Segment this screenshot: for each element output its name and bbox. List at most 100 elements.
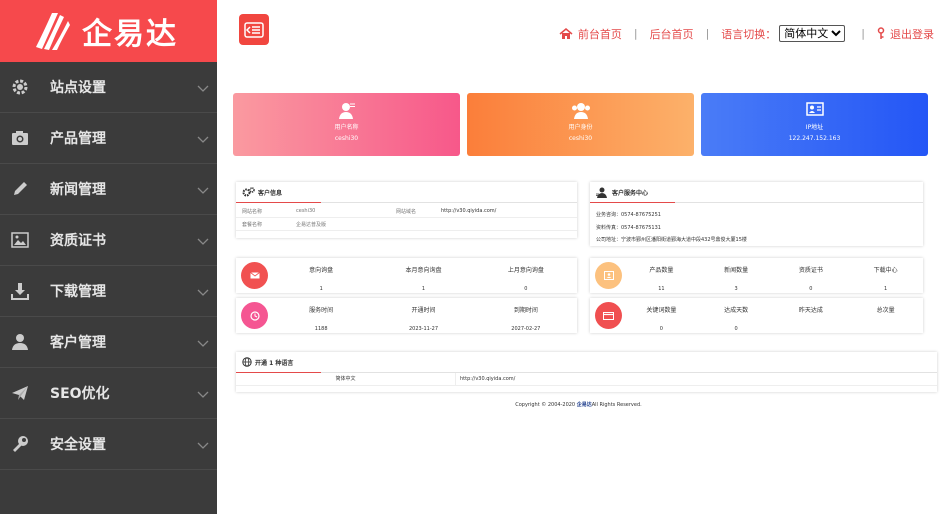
- separator: |: [705, 27, 710, 40]
- language-select[interactable]: 简体中文: [779, 25, 846, 42]
- chevron-down-icon: [197, 129, 209, 148]
- key-icon: [877, 27, 885, 40]
- stat-value: ceshi30: [568, 135, 593, 142]
- stat-label: IP地址: [805, 124, 824, 131]
- stat-col: 新闻数量 3: [724, 267, 749, 292]
- image-icon: [11, 231, 29, 249]
- stat-col: 意向询盘 1: [309, 267, 334, 292]
- card-title: 开通 1 种语言: [255, 359, 294, 367]
- chevron-down-icon: [197, 231, 209, 250]
- stat-col: 服务时间 1188: [309, 307, 334, 332]
- main-content: 用户名称 ceshi30 用户身份 ceshi30 IP地址 122.247.1…: [217, 62, 940, 514]
- stat-card-role: 用户身份 ceshi30: [467, 93, 694, 156]
- inquiry-strip: 意向询盘 1 本月意向询盘 1 上月意向询盘 0: [236, 258, 577, 293]
- info-row: 网站名称 ceshi30 网站域名 http://v30.qiyida.com/: [236, 205, 577, 218]
- stat-col: 本月意向询盘 1: [405, 267, 442, 292]
- chevron-down-icon: [197, 435, 209, 454]
- sidebar-item-news[interactable]: 新闻管理: [0, 164, 217, 215]
- footer: Copyright © 2004-2020 企易达All Rights Rese…: [515, 402, 642, 408]
- stat-label: 用户身份: [568, 124, 593, 131]
- logout-link[interactable]: 退出登录: [890, 26, 934, 42]
- card-header: 客户信息: [236, 182, 577, 203]
- card-title: 客户信息: [258, 189, 283, 197]
- menu-toggle-button[interactable]: [239, 14, 269, 45]
- users-icon: [467, 102, 694, 120]
- stat-col: 到期时间 2027-02-27: [511, 307, 541, 332]
- service-center-card: 客户服务中心 业务咨询：0574-87675251 资料传真：0574-8767…: [590, 182, 923, 246]
- card-title: 客户服务中心: [612, 189, 649, 197]
- languages-card: 开通 1 种语言 简体中文 http://v30.qiyida.com/: [236, 352, 937, 392]
- service-time-strip: 服务时间 1188 开通时间 2023-11-27 到期时间 2027-02-27: [236, 298, 577, 333]
- chevron-down-icon: [197, 384, 209, 403]
- logo[interactable]: 企易达: [0, 0, 217, 62]
- stat-col: 开通时间 2023-11-27: [408, 307, 439, 332]
- sidebar-item-security[interactable]: 安全设置: [0, 419, 217, 470]
- sidebar-item-certificates[interactable]: 资质证书: [0, 215, 217, 266]
- stat-col: 产品数量 11: [649, 267, 674, 292]
- header-links: 前台首页 | 后台首页 | 语言切换： 简体中文 | 退出登录: [559, 25, 934, 42]
- camera-icon: [11, 129, 29, 147]
- front-home-link[interactable]: 前台首页: [578, 26, 622, 42]
- service-contact-lines: 业务咨询：0574-87675251 资料传真：0574-87675131 公司…: [596, 212, 747, 243]
- top-header: 前台首页 | 后台首页 | 语言切换： 简体中文 | 退出登录: [217, 0, 940, 62]
- stat-value: 122.247.152.163: [788, 135, 841, 142]
- sidebar-item-products[interactable]: 产品管理: [0, 113, 217, 164]
- gears-icon: [242, 187, 255, 197]
- footer-brand-link[interactable]: 企易达: [577, 402, 592, 408]
- stat-col: 资质证书 0: [798, 267, 823, 292]
- sidebar-item-label: 产品管理: [50, 131, 106, 147]
- sidebar-item-customers[interactable]: 客户管理: [0, 317, 217, 368]
- chevron-down-icon: [197, 333, 209, 352]
- stat-label: 用户名称: [334, 124, 359, 131]
- paper-plane-icon: [11, 384, 29, 402]
- sidebar-item-label: 资质证书: [50, 233, 106, 249]
- stat-col: 总次量: [876, 307, 895, 314]
- pencil-icon: [11, 180, 29, 198]
- sidebar-item-label: 客户管理: [50, 335, 106, 351]
- brand-logo-icon: [36, 13, 70, 50]
- stat-col: 下载中心 1: [873, 267, 898, 292]
- sidebar-item-label: 站点设置: [50, 80, 106, 96]
- sidebar-item-label: 安全设置: [50, 437, 106, 453]
- stat-card-username: 用户名称 ceshi30: [233, 93, 460, 156]
- home-icon: [559, 27, 573, 40]
- content-counts-strip: 产品数量 11 新闻数量 3 资质证书 0 下载中心 1: [590, 258, 923, 293]
- sidebar-item-downloads[interactable]: 下载管理: [0, 266, 217, 317]
- keywords-strip: 关键词数量 0 达成天数 0 昨天达成 总次量: [590, 298, 923, 333]
- credit-card-icon: [595, 302, 622, 329]
- card-header: 开通 1 种语言: [236, 352, 937, 373]
- gear-icon: [11, 78, 29, 96]
- chevron-down-icon: [197, 282, 209, 301]
- chevron-down-icon: [197, 78, 209, 97]
- separator: |: [633, 27, 638, 40]
- id-card-icon: [701, 102, 928, 120]
- card-header: 客户服务中心: [590, 182, 923, 203]
- sidebar-item-seo[interactable]: SEO优化: [0, 368, 217, 419]
- stat-col: 上月意向询盘 0: [507, 267, 544, 292]
- chevron-down-icon: [197, 180, 209, 199]
- stat-value: ceshi30: [334, 135, 359, 142]
- history-icon: [241, 302, 268, 329]
- info-row: 套餐名称 企易达普及版: [236, 218, 577, 231]
- stat-col: 达成天数 0: [724, 307, 749, 332]
- user-icon: [233, 102, 460, 120]
- back-home-link[interactable]: 后台首页: [650, 26, 694, 42]
- sidebar-item-label: 新闻管理: [50, 182, 106, 198]
- wrench-icon: [11, 435, 29, 453]
- customer-info-card: 客户信息 网站名称 ceshi30 网站域名 http://v30.qiyida…: [236, 182, 577, 238]
- brand-name: 企易达: [82, 17, 178, 52]
- sidebar: 企易达 站点设置 产品管理 新闻管理 资质证书 下载管理 客户管理 SEO优化 …: [0, 0, 217, 514]
- language-label: 语言切换：: [721, 27, 777, 41]
- sidebar-item-label: 下载管理: [50, 284, 106, 300]
- user-icon: [596, 187, 609, 198]
- sidebar-item-site-settings[interactable]: 站点设置: [0, 62, 217, 113]
- language-row: 简体中文 http://v30.qiyida.com/: [236, 372, 937, 386]
- stat-card-ip: IP地址 122.247.152.163: [701, 93, 928, 156]
- separator: |: [861, 27, 865, 40]
- download-icon: [11, 282, 29, 300]
- stat-col: 昨天达成: [798, 307, 823, 314]
- globe-icon: [242, 357, 252, 367]
- menu-collapse-icon: [244, 21, 264, 38]
- contact-card-icon: [595, 262, 622, 289]
- stat-col: 关键词数量 0: [646, 307, 677, 332]
